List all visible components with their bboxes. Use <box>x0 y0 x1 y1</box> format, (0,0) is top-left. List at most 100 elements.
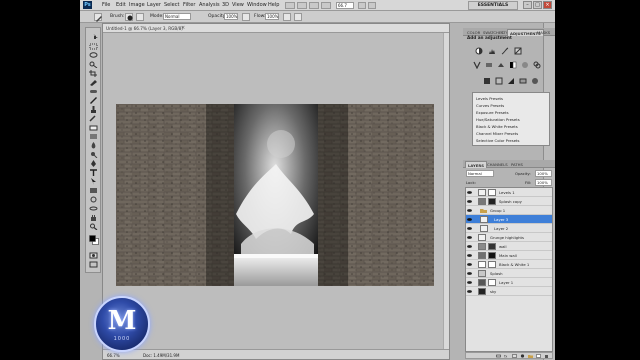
bridge-button[interactable] <box>285 2 295 9</box>
layer-mask-thumb[interactable] <box>488 279 496 286</box>
menu-edit[interactable]: Edit <box>116 2 126 8</box>
color-balance-icon[interactable] <box>497 61 505 69</box>
opacity-field[interactable]: 100% <box>224 13 238 20</box>
posterize-icon[interactable] <box>495 77 503 85</box>
layer-mask-thumb[interactable] <box>488 243 496 250</box>
menu-help[interactable]: Help <box>268 2 279 8</box>
layer-mask-thumb[interactable] <box>488 252 496 259</box>
menu-image[interactable]: Image <box>129 2 145 8</box>
tab-paths[interactable]: PATHS <box>509 161 525 168</box>
layer-row[interactable]: Splash copy <box>466 197 552 206</box>
pressure-opacity-icon[interactable] <box>242 13 250 21</box>
airbrush-icon[interactable] <box>283 13 291 21</box>
canvas-artwork[interactable] <box>116 104 434 286</box>
pressure-size-icon[interactable] <box>294 13 302 21</box>
blend-mode-select[interactable]: Normal <box>466 170 494 177</box>
layer-row-selected[interactable]: Layer 3 <box>466 215 552 224</box>
fx-icon[interactable]: fx <box>504 354 509 359</box>
brush-tool-icon[interactable] <box>89 97 98 104</box>
trash-icon[interactable] <box>544 354 549 358</box>
visibility-eye-icon[interactable] <box>467 289 472 294</box>
menu-layer[interactable]: Layer <box>147 2 161 8</box>
new-group-icon[interactable] <box>528 354 533 358</box>
document-tab[interactable]: Untitled-1 @ 66.7% (Layer 3, RGB/8) × <box>103 24 449 33</box>
visibility-eye-icon[interactable] <box>467 217 472 222</box>
status-zoom[interactable]: 66.7% <box>107 353 120 358</box>
visibility-eye-icon[interactable] <box>467 208 472 213</box>
preset-black-white[interactable]: Black & White Presets <box>476 124 518 129</box>
brush-panel-toggle[interactable] <box>136 13 144 21</box>
menu-file[interactable]: File <box>102 2 110 8</box>
eraser-tool-icon[interactable] <box>89 124 98 131</box>
eyedropper-tool-icon[interactable] <box>89 79 98 86</box>
layer-row[interactable]: Main wall <box>466 251 552 260</box>
new-adjustment-icon[interactable] <box>520 354 525 358</box>
layer-mask-thumb[interactable] <box>488 189 496 196</box>
link-icon[interactable] <box>496 354 501 358</box>
layer-row[interactable]: sky <box>466 287 552 296</box>
hue-saturation-icon[interactable] <box>485 61 493 69</box>
preset-exposure[interactable]: Exposure Presets <box>476 110 509 115</box>
marquee-tool-icon[interactable] <box>89 43 98 50</box>
screen-mode-icon[interactable] <box>89 261 98 268</box>
hand-tool-icon[interactable] <box>89 214 98 221</box>
photo-filter-icon[interactable] <box>521 61 529 69</box>
layer-row[interactable]: Splash <box>466 269 552 278</box>
document-close-icon[interactable]: × <box>181 25 185 31</box>
mini-bridge-button[interactable] <box>297 2 307 9</box>
menu-analysis[interactable]: Analysis <box>199 2 220 8</box>
move-tool-icon[interactable] <box>89 34 98 41</box>
extras-button[interactable] <box>309 2 319 9</box>
visibility-eye-icon[interactable] <box>467 271 472 276</box>
preset-hue-saturation[interactable]: Hue/Saturation Presets <box>476 117 520 122</box>
history-brush-tool-icon[interactable] <box>89 115 98 122</box>
gradient-map-icon[interactable] <box>519 77 527 85</box>
layer-group-row[interactable]: Group 1 <box>466 206 552 215</box>
path-selection-tool-icon[interactable] <box>89 178 98 185</box>
clone-stamp-tool-icon[interactable] <box>89 106 98 113</box>
3d-rotate-tool-icon[interactable] <box>89 196 98 203</box>
lasso-tool-icon[interactable] <box>89 52 98 59</box>
tab-channels[interactable]: CHANNELS <box>485 161 510 168</box>
hand-button[interactable] <box>321 2 331 9</box>
threshold-icon[interactable] <box>507 77 515 85</box>
visibility-eye-icon[interactable] <box>467 190 472 195</box>
selective-color-icon[interactable] <box>531 77 539 85</box>
type-tool-icon[interactable] <box>89 169 98 176</box>
brightness-contrast-icon[interactable] <box>475 47 483 55</box>
gradient-tool-icon[interactable] <box>89 133 98 140</box>
workspace-switcher[interactable]: ESSENTIALS <box>468 1 518 10</box>
shape-tool-icon[interactable] <box>89 187 98 194</box>
layer-row[interactable]: Grunge highlights <box>466 233 552 242</box>
layer-opacity-field[interactable]: 100% <box>535 170 552 177</box>
layer-row[interactable]: wall <box>466 242 552 251</box>
brush-picker[interactable] <box>125 13 133 21</box>
quick-select-tool-icon[interactable] <box>89 61 98 68</box>
menu-filter[interactable]: Filter <box>183 2 195 8</box>
crop-tool-icon[interactable] <box>89 70 98 77</box>
preset-selective-color[interactable]: Selective Color Presets <box>476 138 520 143</box>
screen-mode-button[interactable] <box>368 2 376 9</box>
menu-3d[interactable]: 3D <box>222 2 229 8</box>
vibrance-icon[interactable] <box>473 61 481 69</box>
mode-select[interactable]: Normal <box>163 13 191 20</box>
layer-row[interactable]: Levels 1 <box>466 188 552 197</box>
visibility-eye-icon[interactable] <box>467 253 472 258</box>
menu-select[interactable]: Select <box>164 2 179 8</box>
zoom-select[interactable]: 66.7 <box>336 2 354 9</box>
quick-mask-icon[interactable] <box>89 252 98 259</box>
minimize-button[interactable]: – <box>523 1 532 9</box>
flow-field[interactable]: 100% <box>265 13 279 20</box>
fill-field[interactable]: 100% <box>535 179 552 186</box>
visibility-eye-icon[interactable] <box>467 199 472 204</box>
layer-mask-thumb[interactable] <box>488 261 496 268</box>
levels-icon[interactable] <box>488 47 496 55</box>
curves-icon[interactable] <box>501 47 509 55</box>
color-swatches-icon[interactable] <box>89 235 99 245</box>
visibility-eye-icon[interactable] <box>467 280 472 285</box>
layer-mask-thumb[interactable] <box>488 198 496 205</box>
add-mask-icon[interactable] <box>512 354 517 358</box>
menu-view[interactable]: View <box>232 2 244 8</box>
preset-channel-mixer[interactable]: Channel Mixer Presets <box>476 131 518 136</box>
channel-mixer-icon[interactable] <box>533 61 541 69</box>
